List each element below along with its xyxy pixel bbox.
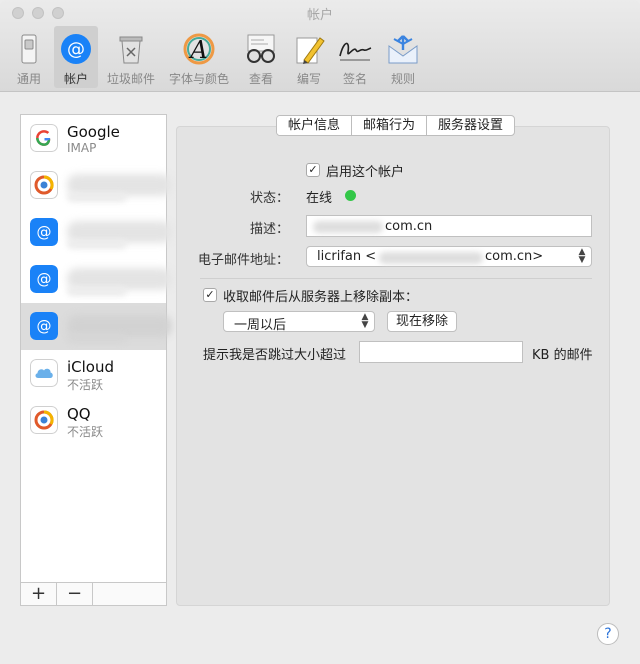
toolbar-label: 垃圾邮件 — [106, 72, 155, 86]
account-item-google[interactable]: Google IMAP — [21, 115, 166, 162]
toolbar-label: 编写 — [296, 72, 321, 86]
toolbar-junk[interactable]: 垃圾邮件 — [102, 26, 160, 88]
redacted-account-type — [67, 333, 127, 343]
status-value: 在线 — [306, 191, 333, 206]
redacted-account-type — [67, 286, 127, 296]
toolbar-label: 查看 — [248, 72, 273, 86]
at-icon: @ — [30, 265, 58, 293]
account-item-3[interactable]: @ — [21, 209, 172, 256]
status-indicator-dot — [345, 190, 356, 201]
account-item-qq[interactable]: QQ 不活跃 — [21, 397, 166, 444]
description-value-suffix: com.cn — [385, 219, 433, 234]
redacted-email — [379, 252, 483, 264]
toolbar-label: 通用 — [16, 72, 41, 86]
svg-text:A: A — [188, 36, 207, 64]
toolbar-composing[interactable]: 编写 — [288, 26, 330, 88]
account-list[interactable]: Google IMAP @ @ @ iCloud 不活跃 QQ 不活跃 + − — [20, 114, 172, 606]
account-item-selected[interactable]: @ — [21, 303, 172, 350]
chrome-mail-icon — [30, 171, 58, 199]
preferences-window: 帐户 通用 @ 帐户 垃圾邮件 A 字体与颜色 查看 编写 签名 规则 Goog… — [0, 0, 640, 664]
popup-arrows-icon: ▲ ▼ — [361, 312, 369, 330]
redacted-account-type — [67, 239, 127, 249]
toolbar-signatures[interactable]: 签名 — [334, 26, 376, 88]
icloud-icon — [30, 359, 58, 387]
account-item-4[interactable]: @ — [21, 256, 172, 303]
email-address-popup[interactable]: licrifan < com.cn> ▲ ▼ — [306, 246, 592, 267]
pencil-icon — [296, 37, 325, 64]
svg-text:@: @ — [37, 317, 52, 335]
email-prefix: licrifan < — [317, 249, 377, 264]
trash-icon — [119, 36, 143, 64]
account-list-footer: + − — [21, 582, 166, 605]
svg-text:@: @ — [37, 223, 52, 241]
toolbar-label: 规则 — [390, 72, 415, 86]
account-status: 不活跃 — [67, 425, 104, 439]
switch-icon — [21, 34, 37, 64]
description-label: 描述： — [249, 222, 289, 237]
toolbar-general[interactable]: 通用 — [8, 26, 50, 88]
remove-copy-label: 收取邮件后从服务器上移除副本： — [223, 290, 419, 305]
font-color-icon: A — [183, 33, 215, 65]
account-name: Google — [67, 123, 120, 141]
toolbar-fonts-colors[interactable]: A 字体与颜色 — [163, 26, 235, 88]
signature-icon — [339, 42, 372, 61]
add-account-button[interactable]: + — [21, 583, 57, 605]
email-suffix: com.cn> — [485, 249, 544, 264]
at-icon: @ — [61, 34, 91, 64]
account-name: QQ — [67, 405, 91, 423]
segmented-tabs: 帐户信息 邮箱行为 服务器设置 — [276, 115, 516, 136]
tab-server-settings[interactable]: 服务器设置 — [427, 116, 514, 135]
remove-period-value: 一周以后 — [234, 318, 287, 333]
rules-icon — [388, 35, 418, 64]
account-item-icloud[interactable]: iCloud 不活跃 — [21, 350, 166, 397]
google-icon — [30, 124, 58, 152]
toolbar-accounts[interactable]: @ 帐户 — [54, 26, 98, 88]
enable-account-checkbox[interactable]: ✓ — [306, 163, 320, 177]
remove-account-button[interactable]: − — [57, 583, 93, 605]
account-status: 不活跃 — [67, 378, 104, 392]
account-name: iCloud — [67, 358, 115, 376]
toolbar: 帐户 通用 @ 帐户 垃圾邮件 A 字体与颜色 查看 编写 签名 规则 — [0, 0, 640, 92]
account-item-2[interactable] — [21, 162, 172, 209]
redacted-description — [313, 221, 383, 233]
svg-text:@: @ — [37, 270, 52, 288]
enable-account-label: 启用这个帐户 — [326, 165, 405, 180]
size-limit-field[interactable] — [359, 341, 523, 363]
popup-arrows-icon: ▲ ▼ — [578, 247, 586, 265]
chrome-mail-icon — [30, 406, 58, 434]
toolbar-label: 签名 — [342, 72, 367, 86]
email-address-label: 电子邮件地址： — [197, 253, 289, 268]
tab-mailbox-behaviors[interactable]: 邮箱行为 — [352, 116, 428, 135]
size-unit-label: KB 的邮件 — [532, 348, 593, 363]
help-button[interactable]: ? — [597, 623, 619, 645]
svg-text:@: @ — [67, 39, 85, 60]
toolbar-label: 字体与颜色 — [168, 72, 229, 86]
toolbar-label: 帐户 — [63, 72, 88, 86]
window-title: 帐户 — [306, 8, 333, 23]
remove-copy-checkbox[interactable]: ✓ — [203, 288, 217, 302]
glasses-icon — [247, 34, 275, 63]
redacted-account-type — [67, 192, 127, 202]
prompt-size-label: 提示我是否跳过大小超过 — [203, 348, 347, 363]
remove-now-button[interactable]: 现在移除 — [387, 311, 457, 332]
remove-period-popup[interactable]: 一周以后 ▲ ▼ — [223, 311, 375, 333]
separator — [200, 278, 592, 279]
toolbar-viewing[interactable]: 查看 — [240, 26, 282, 88]
account-type: IMAP — [67, 141, 97, 155]
tab-account-info[interactable]: 帐户信息 — [277, 116, 353, 135]
status-label: 状态： — [249, 191, 289, 206]
at-icon: @ — [30, 218, 58, 246]
description-field[interactable]: com.cn — [306, 215, 592, 237]
at-icon: @ — [30, 312, 58, 340]
toolbar-rules[interactable]: 规则 — [382, 26, 424, 88]
